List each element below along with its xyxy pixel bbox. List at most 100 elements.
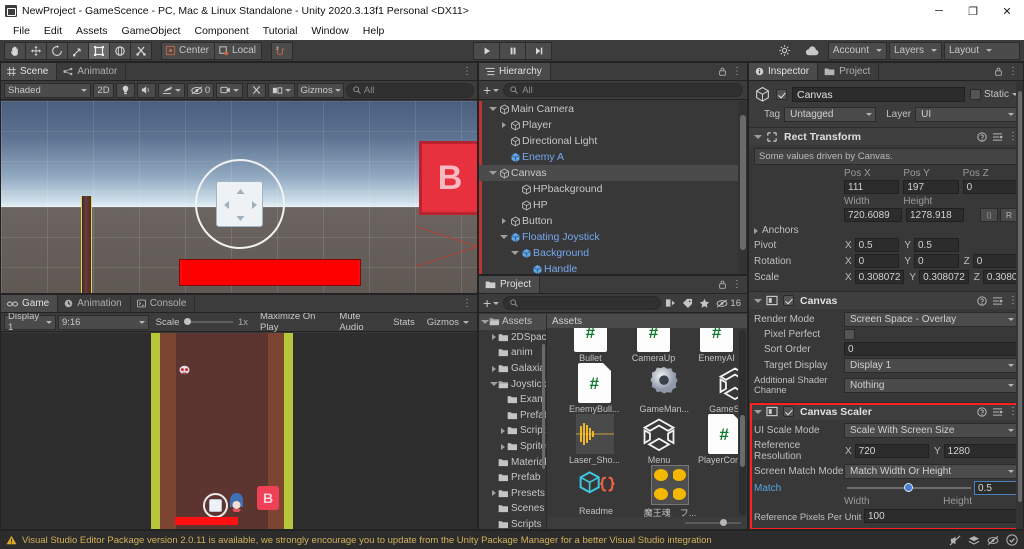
- minimize-button[interactable]: ─: [922, 0, 956, 22]
- pixel-perfect-checkbox[interactable]: [844, 329, 855, 340]
- project-folder-item[interactable]: Scenes: [479, 501, 546, 517]
- audio-toggle-icon[interactable]: [137, 82, 157, 98]
- display-dropdown[interactable]: Display 1: [4, 311, 56, 333]
- asset-item[interactable]: GameMan...: [640, 363, 689, 414]
- anchors-expand-triangle-icon[interactable]: [754, 227, 758, 234]
- pos-y-input[interactable]: 197: [903, 180, 959, 194]
- lock-icon[interactable]: [718, 280, 727, 289]
- lock-icon[interactable]: [994, 67, 1003, 76]
- project-folder-item[interactable]: Galaxia: [479, 361, 546, 377]
- ui-scale-mode-dropdown[interactable]: Scale With Screen Size: [844, 423, 1018, 438]
- hierarchy-add-button[interactable]: +: [483, 83, 500, 97]
- project-folder-tree[interactable]: Assets2DSpaceanimGalaxia JoystickExampPr…: [479, 314, 547, 529]
- layout-dropdown[interactable]: Layout: [944, 41, 1020, 60]
- static-checkbox[interactable]: [969, 89, 981, 100]
- hand-tool-icon[interactable]: [4, 41, 26, 60]
- scale-x-input[interactable]: 0.308072: [854, 270, 905, 284]
- cloud-icon[interactable]: [800, 42, 826, 60]
- scene-camera-icon[interactable]: [216, 82, 243, 98]
- menu-help[interactable]: Help: [356, 24, 392, 38]
- project-asset-grid[interactable]: Assets # Bullet # CameraUp # EnemyAI # EnemyBul…: [547, 314, 747, 529]
- mute-icon[interactable]: [949, 535, 961, 546]
- hierarchy-search-input[interactable]: All: [503, 83, 743, 97]
- hierarchy-item[interactable]: HPbackground: [479, 181, 747, 197]
- rect-tool-icon[interactable]: [88, 41, 110, 60]
- screen-match-mode-dropdown[interactable]: Match Width Or Height: [844, 464, 1018, 479]
- layers-dropdown[interactable]: Layers: [888, 41, 942, 60]
- tab-scene[interactable]: Scene: [1, 63, 58, 80]
- project-folder-item[interactable]: Assets: [479, 314, 546, 330]
- pivot-mode-button[interactable]: Center: [161, 41, 216, 60]
- play-button[interactable]: [473, 41, 500, 60]
- lock-icon[interactable]: [718, 67, 727, 76]
- statusbar[interactable]: Visual Studio Editor Package version 2.0…: [0, 530, 1024, 549]
- anchors-label[interactable]: Anchors: [762, 225, 799, 236]
- expand-triangle-icon[interactable]: [498, 122, 509, 128]
- scene-tools-icon[interactable]: [246, 82, 266, 98]
- pos-z-input[interactable]: 0: [962, 180, 1018, 194]
- scale-slider-knob[interactable]: [184, 318, 192, 325]
- asset-item[interactable]: Readme: [569, 465, 623, 517]
- stats-button[interactable]: Stats: [388, 315, 420, 330]
- project-tree-scrollbar[interactable]: [540, 314, 546, 529]
- maximize-button[interactable]: ❐: [956, 0, 990, 22]
- project-folder-item[interactable]: anim: [479, 345, 546, 361]
- collapse-triangle-icon[interactable]: [754, 298, 762, 303]
- step-button[interactable]: [525, 41, 552, 60]
- close-button[interactable]: ✕: [990, 0, 1024, 22]
- rotation-x-input[interactable]: 0: [854, 254, 900, 268]
- hierarchy-item[interactable]: Background: [479, 245, 747, 261]
- canvas-scaler-enabled-checkbox[interactable]: [783, 406, 794, 417]
- rotation-z-input[interactable]: 0: [972, 254, 1018, 268]
- hierarchy-item[interactable]: Player: [479, 117, 747, 133]
- static-toggle-group[interactable]: Static: [969, 89, 1018, 100]
- help-icon[interactable]: [977, 131, 987, 142]
- scene-view-options-icon[interactable]: [267, 82, 295, 98]
- pivot-x-input[interactable]: 0.5: [854, 238, 900, 252]
- aspect-dropdown[interactable]: 9:16: [57, 314, 149, 330]
- help-icon[interactable]: [977, 406, 987, 417]
- match-slider-track[interactable]: [847, 482, 971, 492]
- menu-edit[interactable]: Edit: [37, 24, 69, 38]
- project-menu-icon[interactable]: ⋮: [732, 279, 742, 290]
- project-folder-item[interactable]: Scripts: [479, 517, 546, 529]
- shader-channels-dropdown[interactable]: Nothing: [844, 377, 1018, 393]
- gameobject-enabled-checkbox[interactable]: [776, 89, 787, 100]
- menu-file[interactable]: File: [6, 24, 37, 38]
- project-grid-scrollbar-thumb[interactable]: [740, 415, 745, 467]
- hierarchy-item[interactable]: Button: [479, 213, 747, 229]
- project-folder-item[interactable]: Script: [479, 423, 546, 439]
- pause-button[interactable]: [499, 41, 526, 60]
- asset-item[interactable]: Menu: [640, 414, 678, 465]
- sort-order-input[interactable]: 0: [844, 342, 1018, 356]
- custom-tool-icon[interactable]: [130, 41, 152, 60]
- hierarchy-tree[interactable]: Main Camera Player Directional Light Enemy …: [479, 101, 747, 274]
- tag-dropdown[interactable]: Untagged: [784, 107, 877, 122]
- pos-x-input[interactable]: 111: [844, 180, 900, 194]
- snap-increment-button[interactable]: [270, 41, 293, 60]
- maximize-on-play-button[interactable]: Maximize On Play: [255, 311, 332, 333]
- collapse-triangle-icon[interactable]: [498, 235, 509, 239]
- tab-game[interactable]: Game: [1, 295, 59, 312]
- canvas-header[interactable]: Canvas ⋮: [749, 292, 1023, 309]
- eye-off-icon[interactable]: [987, 535, 999, 546]
- scene-viewport[interactable]: B: [1, 101, 477, 293]
- filter-by-label-icon[interactable]: [682, 298, 693, 308]
- expand-triangle-icon[interactable]: [490, 365, 498, 372]
- check-circle-icon[interactable]: [1006, 534, 1018, 546]
- collapse-triangle-icon[interactable]: [481, 319, 489, 324]
- project-folder-item[interactable]: Prefab: [479, 470, 546, 486]
- rotation-y-input[interactable]: 0: [914, 254, 959, 268]
- collapse-triangle-icon[interactable]: [487, 107, 498, 111]
- project-zoom-slider[interactable]: [685, 519, 741, 526]
- menu-gameobject[interactable]: GameObject: [115, 24, 188, 38]
- move-tool-icon[interactable]: [25, 41, 47, 60]
- target-display-dropdown[interactable]: Display 1: [844, 358, 1018, 373]
- asset-item[interactable]: GameScen...: [709, 363, 738, 414]
- hierarchy-menu-icon[interactable]: ⋮: [732, 66, 742, 77]
- project-add-button[interactable]: +: [483, 296, 500, 310]
- inspector-scrollbar[interactable]: [1016, 82, 1023, 529]
- asset-item[interactable]: 魔王魂 フ...: [643, 465, 697, 517]
- tab-inspector[interactable]: Inspector: [749, 63, 819, 80]
- layer-dropdown[interactable]: UI: [915, 107, 1018, 122]
